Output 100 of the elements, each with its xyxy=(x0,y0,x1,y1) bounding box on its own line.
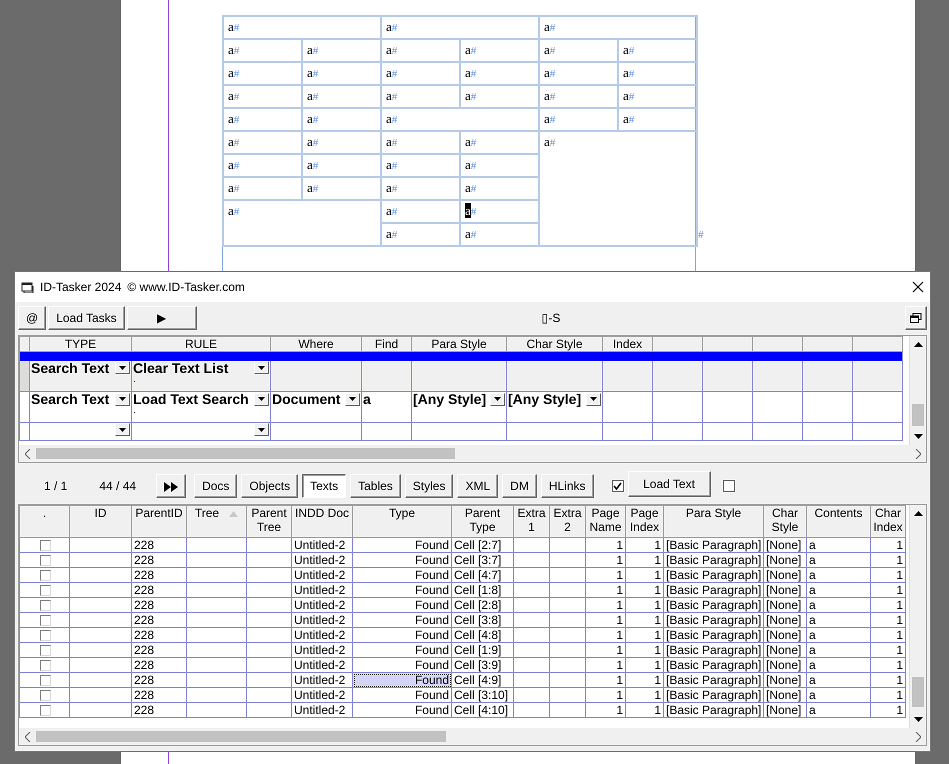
parent-id-cell: 228 xyxy=(132,538,186,552)
tab[interactable]: HLinks xyxy=(540,474,594,498)
checkbox[interactable] xyxy=(612,480,624,492)
column-header[interactable]: ParentID xyxy=(132,506,186,538)
page-name-cell: 1 xyxy=(586,552,626,568)
row-checkbox[interactable] xyxy=(40,600,51,610)
column-header[interactable]: . xyxy=(20,506,70,538)
find-field[interactable]: a xyxy=(363,392,371,407)
dropdown-button[interactable] xyxy=(115,361,130,374)
document-name-cell: Untitled-2 xyxy=(292,642,352,658)
rule-dropdown[interactable]: Clear Text List xyxy=(133,360,228,374)
column-header[interactable]: INDD Doc xyxy=(292,506,352,538)
scrollbar-thumb[interactable] xyxy=(36,448,456,459)
column-header[interactable]: Char Style xyxy=(764,506,806,538)
vertical-scrollbar[interactable] xyxy=(909,505,926,728)
row-checkbox[interactable] xyxy=(40,630,51,640)
row-selector[interactable] xyxy=(20,360,30,392)
row-checkbox[interactable] xyxy=(40,584,51,596)
parent-id-cell: 228 xyxy=(132,688,186,702)
find-column-header[interactable]: Find xyxy=(362,336,412,352)
table-cell: a# xyxy=(302,131,381,154)
column-header[interactable]: Extra 1 xyxy=(514,506,550,538)
load-text-button[interactable]: Load Text xyxy=(628,471,711,497)
dropdown-button[interactable] xyxy=(115,392,130,406)
window-title: ID-Tasker 2024 xyxy=(40,279,122,296)
contents-cell: a xyxy=(806,538,870,552)
scrollbar-thumb[interactable] xyxy=(912,404,924,426)
restore-button[interactable] xyxy=(905,306,927,330)
parent-id-cell: 228 xyxy=(132,628,186,642)
document-name-cell: Untitled-2 xyxy=(292,702,352,718)
row-selector[interactable] xyxy=(20,392,30,422)
document-name-cell: Untitled-2 xyxy=(292,658,352,672)
window-icon xyxy=(21,281,34,293)
row-checkbox[interactable] xyxy=(40,540,51,550)
rule-column-header[interactable]: RULE xyxy=(132,336,270,352)
row-checkbox[interactable] xyxy=(40,674,51,686)
tab[interactable]: Objects xyxy=(241,474,298,498)
column-header[interactable]: Type xyxy=(352,506,452,538)
toolbar-caption: ▯-S xyxy=(541,310,560,324)
index-column-header[interactable]: Index xyxy=(602,336,652,352)
horizontal-scrollbar[interactable] xyxy=(19,445,926,462)
table-cell: a# xyxy=(381,16,539,39)
dropdown-button[interactable] xyxy=(490,392,505,406)
column-header[interactable]: Parent Tree xyxy=(246,506,292,538)
tab[interactable]: Docs xyxy=(194,474,238,498)
tab[interactable]: XML xyxy=(457,474,498,498)
char-style-column-header[interactable]: Char Style xyxy=(506,336,602,352)
table-cell: a# xyxy=(302,177,381,200)
row-checkbox[interactable] xyxy=(40,660,51,670)
row-checkbox[interactable] xyxy=(40,644,51,656)
scrollbar-thumb[interactable] xyxy=(912,676,924,707)
column-header[interactable]: Para Style xyxy=(664,506,764,538)
table-cell: a# xyxy=(223,16,381,39)
dropdown-button[interactable] xyxy=(254,423,269,436)
row-checkbox[interactable] xyxy=(40,690,51,700)
tab[interactable]: Texts xyxy=(302,474,346,498)
tab[interactable]: Styles xyxy=(404,474,454,498)
row-checkbox[interactable] xyxy=(40,554,51,566)
parent-type-cell: Cell [1:8] xyxy=(452,582,514,598)
column-header[interactable]: Contents xyxy=(806,506,870,538)
column-header[interactable]: Page Name xyxy=(586,506,626,538)
page-name-cell: 1 xyxy=(586,688,626,702)
type-cell: Found xyxy=(352,688,452,702)
fast-forward-icon xyxy=(164,482,178,492)
column-header[interactable]: Char Index xyxy=(870,506,906,538)
type-column-header[interactable]: TYPE xyxy=(30,336,132,352)
close-button[interactable] xyxy=(912,281,924,293)
dropdown-button[interactable] xyxy=(345,392,360,406)
para-style-column-header[interactable]: Para Style xyxy=(412,336,506,352)
dropdown-button[interactable] xyxy=(115,423,130,436)
sort-icon xyxy=(229,510,238,517)
column-header[interactable]: ID xyxy=(70,506,132,538)
type-cell: Found xyxy=(352,672,452,688)
scrollbar-thumb[interactable] xyxy=(36,731,446,742)
dropdown-button[interactable] xyxy=(586,392,601,406)
column-header[interactable]: Tree xyxy=(186,506,246,538)
row-checkbox[interactable] xyxy=(40,570,51,580)
load-tasks-button[interactable]: Load Tasks xyxy=(48,306,125,330)
char-style-cell: [None] xyxy=(764,628,806,642)
rule-dropdown[interactable]: Load Text Search xyxy=(133,392,249,406)
tab[interactable]: Tables xyxy=(350,474,401,498)
horizontal-scrollbar[interactable] xyxy=(19,728,926,745)
row-checkbox[interactable] xyxy=(40,614,51,626)
play-button[interactable]: ▶ xyxy=(126,306,197,330)
table-cell: a# xyxy=(381,85,460,108)
column-header[interactable]: Extra 2 xyxy=(550,506,586,538)
dropdown-button[interactable] xyxy=(254,361,269,374)
page-index-cell: 1 xyxy=(626,628,664,642)
dropdown-button[interactable] xyxy=(254,392,269,406)
column-header[interactable]: Page Index xyxy=(626,506,664,538)
where-column-header[interactable]: Where xyxy=(270,336,362,352)
checkbox[interactable] xyxy=(722,480,735,492)
row-checkbox[interactable] xyxy=(40,704,51,716)
column-header[interactable]: Parent Type xyxy=(452,506,514,538)
row-selector[interactable] xyxy=(20,422,30,440)
fast-forward-button[interactable] xyxy=(156,474,186,498)
parent-type-cell: Cell [4:9] xyxy=(452,672,514,688)
tab[interactable]: DM xyxy=(502,474,537,498)
vertical-scrollbar[interactable] xyxy=(909,336,926,445)
at-button[interactable]: @ xyxy=(18,306,46,330)
